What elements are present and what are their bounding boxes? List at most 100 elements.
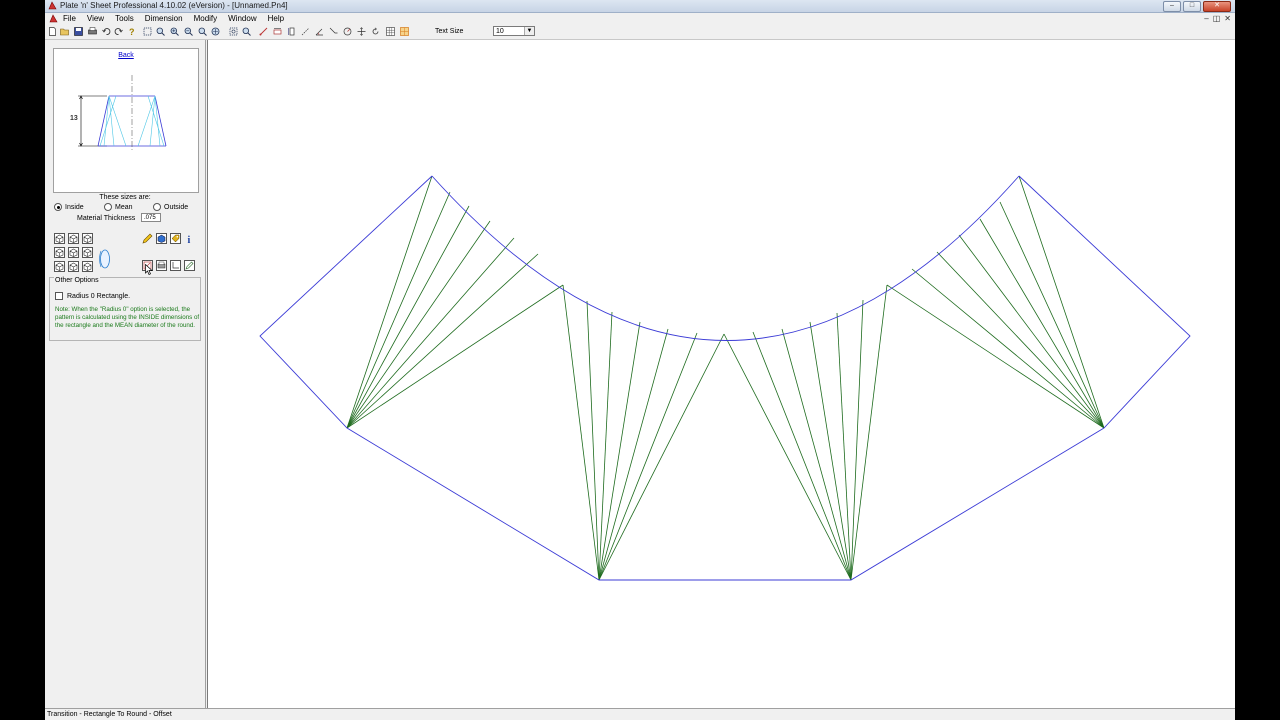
table-icon[interactable] bbox=[386, 27, 395, 36]
redo-icon[interactable] bbox=[114, 27, 123, 36]
cube-icon bbox=[69, 262, 78, 271]
3d-view-button[interactable] bbox=[156, 233, 167, 244]
cube-view-8-button[interactable] bbox=[68, 261, 79, 272]
back-link[interactable]: Back bbox=[54, 52, 198, 59]
select-zoom-icon[interactable] bbox=[242, 27, 251, 36]
cube-view-5-button[interactable] bbox=[68, 247, 79, 258]
text-size-select[interactable]: 10 ▼ bbox=[493, 26, 535, 36]
inside-radio-label: Inside bbox=[65, 203, 84, 211]
rotate-icon[interactable] bbox=[371, 27, 380, 36]
flange-button[interactable] bbox=[170, 260, 181, 271]
other-options-legend: Other Options bbox=[54, 277, 100, 284]
pencil-tool-button[interactable] bbox=[142, 233, 153, 244]
leader-icon[interactable] bbox=[329, 27, 338, 36]
menu-bar: File View Tools Dimension Modify Window … bbox=[45, 13, 1235, 25]
cube-view-1-button[interactable] bbox=[54, 233, 65, 244]
zoom-previous-icon[interactable] bbox=[198, 27, 207, 36]
cube-view-3-button[interactable] bbox=[82, 233, 93, 244]
cube-icon bbox=[83, 262, 92, 271]
tag-button[interactable] bbox=[170, 233, 181, 244]
material-thickness-label: Material Thickness bbox=[77, 215, 136, 222]
shape-preview: Back 13 bbox=[53, 48, 199, 193]
zoom-window-icon[interactable] bbox=[156, 27, 165, 36]
menu-modify[interactable]: Modify bbox=[194, 14, 218, 23]
radius-0-checkbox[interactable]: Radius 0 Rectangle. bbox=[55, 292, 130, 300]
select-window-icon[interactable] bbox=[229, 27, 238, 36]
radio-dot-selected bbox=[54, 203, 62, 211]
status-bar: Transition - Rectangle To Round - Offset bbox=[45, 708, 1235, 720]
minimize-button[interactable]: – bbox=[1163, 1, 1181, 12]
toolbar: ? Text Size 10 ▼ bbox=[45, 25, 1235, 40]
window-title: Plate 'n' Sheet Professional 4.10.02 (eV… bbox=[60, 1, 288, 10]
text-size-label: Text Size bbox=[435, 28, 464, 35]
cube-icon bbox=[69, 234, 78, 243]
round-shape-selector[interactable] bbox=[98, 248, 110, 270]
menu-file[interactable]: File bbox=[63, 14, 76, 23]
grid-icon[interactable] bbox=[400, 27, 409, 36]
close-button[interactable]: ✕ bbox=[1203, 1, 1231, 12]
cube-view-7-button[interactable] bbox=[54, 261, 65, 272]
doc-minimize-button[interactable]: – bbox=[1204, 14, 1208, 23]
cube-icon bbox=[83, 248, 92, 257]
mean-radio[interactable]: Mean bbox=[104, 203, 133, 211]
info-button[interactable]: i bbox=[184, 233, 195, 244]
other-options-group: Other Options Radius 0 Rectangle. Note: … bbox=[49, 277, 201, 341]
status-text: Transition - Rectangle To Round - Offset bbox=[47, 711, 172, 718]
print-icon[interactable] bbox=[88, 27, 97, 36]
menu-tools[interactable]: Tools bbox=[115, 14, 134, 23]
undo-icon[interactable] bbox=[102, 27, 111, 36]
pan-icon[interactable] bbox=[211, 27, 220, 36]
save-icon[interactable] bbox=[74, 27, 83, 36]
radius-dimension-icon[interactable] bbox=[343, 27, 352, 36]
help-icon[interactable]: ? bbox=[127, 27, 136, 36]
cube-view-6-button[interactable] bbox=[82, 247, 93, 258]
pencil-icon bbox=[142, 233, 153, 244]
dimension-icon[interactable] bbox=[273, 27, 282, 36]
flange-icon bbox=[172, 262, 179, 269]
print-pattern-button[interactable] bbox=[156, 260, 167, 271]
cube-view-4-button[interactable] bbox=[54, 247, 65, 258]
material-thickness-input[interactable]: .075 bbox=[141, 213, 161, 222]
menu-dimension[interactable]: Dimension bbox=[145, 14, 183, 23]
radio-dot bbox=[153, 203, 161, 211]
text-size-value: 10 bbox=[496, 28, 504, 35]
mean-radio-label: Mean bbox=[115, 203, 133, 211]
menu-window[interactable]: Window bbox=[228, 14, 256, 23]
zoom-in-icon[interactable] bbox=[170, 27, 179, 36]
height-dimension-label: 13 bbox=[70, 115, 78, 122]
vertical-dimension-icon[interactable] bbox=[287, 27, 296, 36]
left-panel: Back 13 These sizes are: Inside Mean Out… bbox=[45, 40, 206, 708]
tag-icon bbox=[171, 234, 180, 243]
doc-restore-button[interactable]: ◫ bbox=[1213, 14, 1221, 23]
info-icon: i bbox=[188, 235, 191, 244]
zoom-out-icon[interactable] bbox=[184, 27, 193, 36]
cube-icon bbox=[55, 248, 64, 257]
draw-line-icon[interactable] bbox=[259, 27, 268, 36]
doc-close-button[interactable]: ✕ bbox=[1224, 14, 1231, 23]
menu-help[interactable]: Help bbox=[268, 14, 284, 23]
move-icon[interactable] bbox=[357, 27, 366, 36]
new-file-icon[interactable] bbox=[48, 27, 57, 36]
cube-view-9-button[interactable] bbox=[82, 261, 93, 272]
angle-dimension-icon[interactable] bbox=[315, 27, 324, 36]
drawing-canvas[interactable] bbox=[207, 40, 1235, 708]
title-bar: Plate 'n' Sheet Professional 4.10.02 (eV… bbox=[45, 0, 1235, 13]
zoom-extents-icon[interactable] bbox=[143, 27, 152, 36]
chevron-down-icon[interactable]: ▼ bbox=[524, 27, 534, 35]
outside-radio[interactable]: Outside bbox=[153, 203, 188, 211]
inside-radio[interactable]: Inside bbox=[54, 203, 84, 211]
cube-icon bbox=[69, 248, 78, 257]
edit-icon bbox=[185, 261, 194, 270]
window-controls: – □ ✕ bbox=[1163, 1, 1231, 12]
maximize-button[interactable]: □ bbox=[1183, 1, 1201, 12]
cube-icon bbox=[55, 234, 64, 243]
cube-view-2-button[interactable] bbox=[68, 233, 79, 244]
document-icon[interactable] bbox=[49, 14, 58, 23]
menu-view[interactable]: View bbox=[87, 14, 104, 23]
3d-cube-icon bbox=[157, 234, 166, 243]
edit-button[interactable] bbox=[184, 260, 195, 271]
open-folder-icon[interactable] bbox=[60, 27, 69, 36]
diagonal-dimension-icon[interactable] bbox=[301, 27, 310, 36]
print-icon bbox=[157, 261, 166, 269]
radio-dot bbox=[104, 203, 112, 211]
